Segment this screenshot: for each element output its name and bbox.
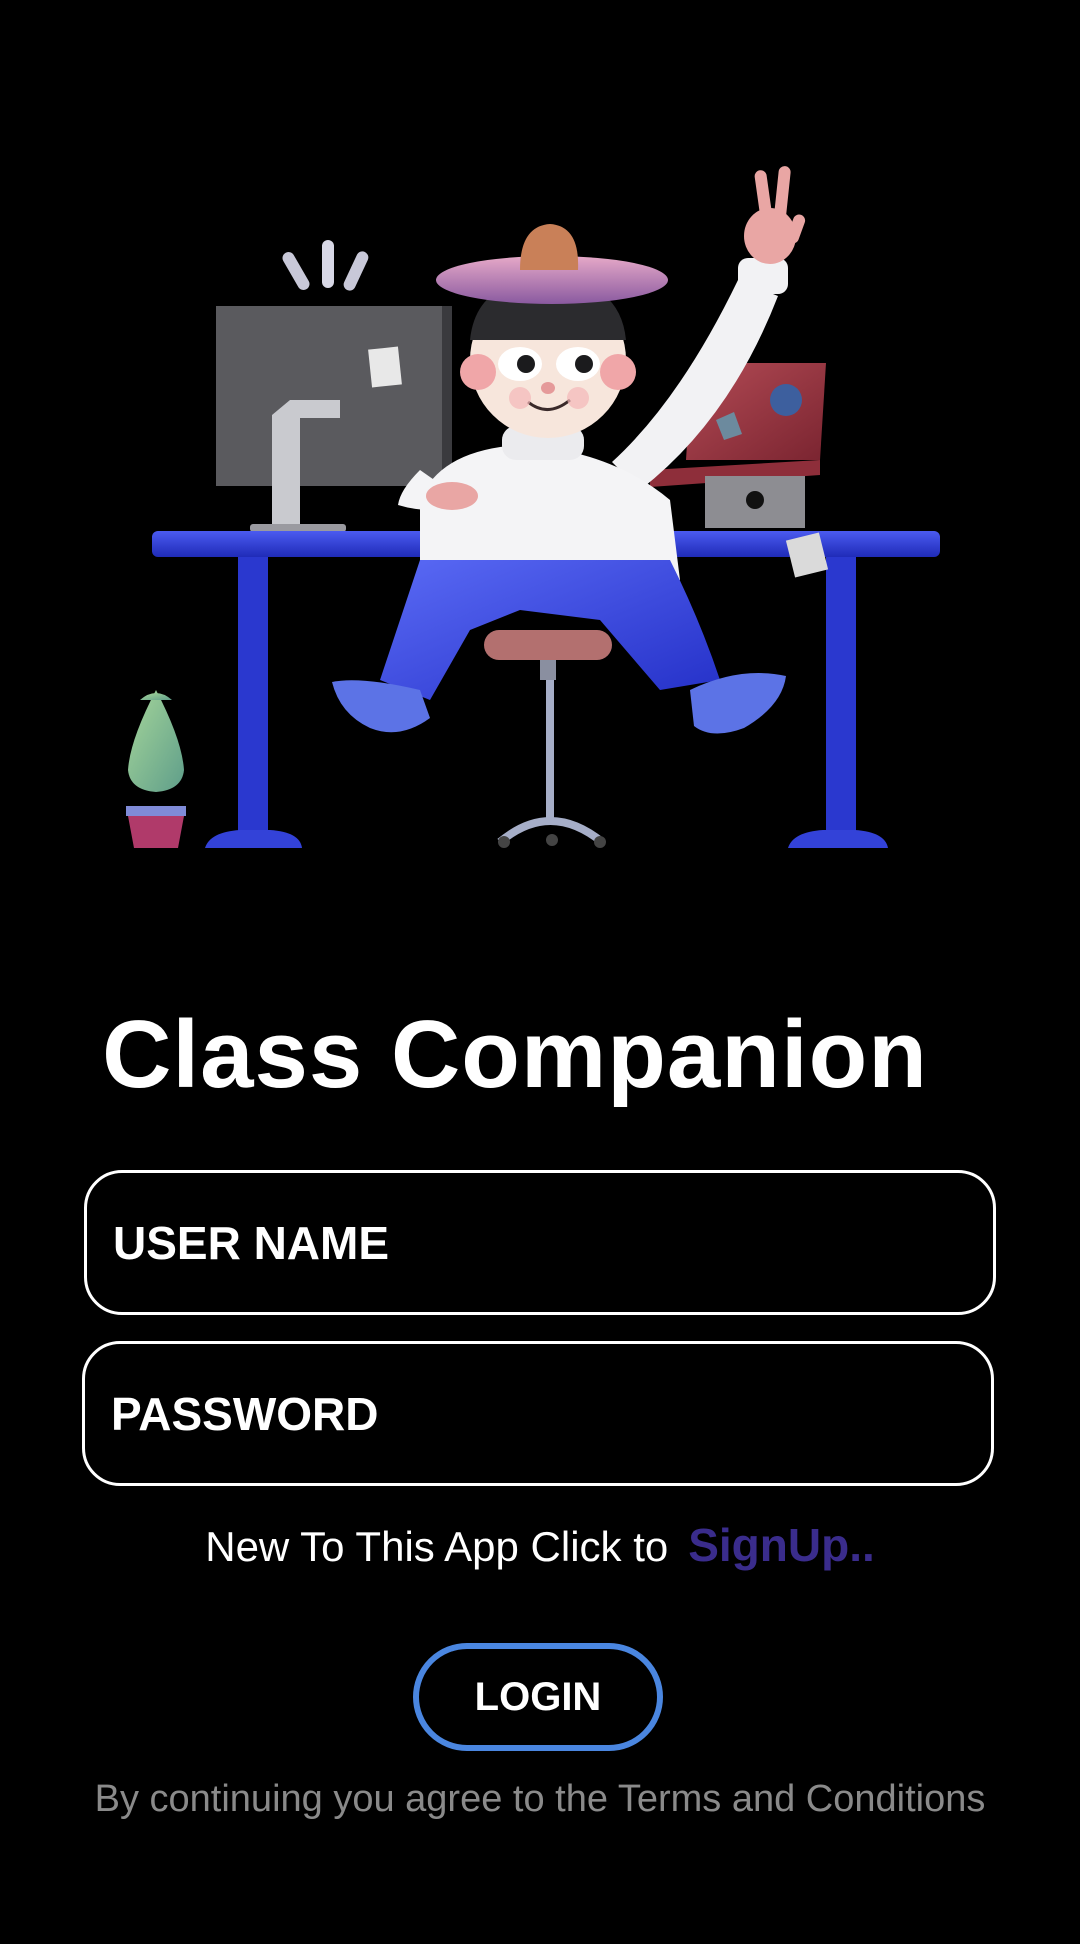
app-title: Class Companion — [102, 1001, 928, 1108]
login-button[interactable]: LOGIN — [413, 1643, 663, 1751]
signup-link[interactable]: SignUp.. — [688, 1519, 875, 1571]
hero-illustration — [0, 0, 1080, 900]
stool-icon — [484, 630, 612, 848]
username-input[interactable] — [87, 1215, 993, 1270]
terms-text: By continuing you agree to the Terms and… — [94, 1778, 986, 1820]
sparkle-icon — [282, 240, 369, 291]
person-at-desk-illustration — [126, 166, 940, 848]
password-input[interactable] — [85, 1386, 991, 1441]
plant-icon — [126, 690, 186, 848]
signup-prompt: New To This App Click to — [205, 1523, 669, 1570]
password-field[interactable] — [82, 1341, 994, 1486]
signup-row: New To This App Click to SignUp.. — [0, 1518, 1080, 1572]
username-field[interactable] — [84, 1170, 996, 1315]
